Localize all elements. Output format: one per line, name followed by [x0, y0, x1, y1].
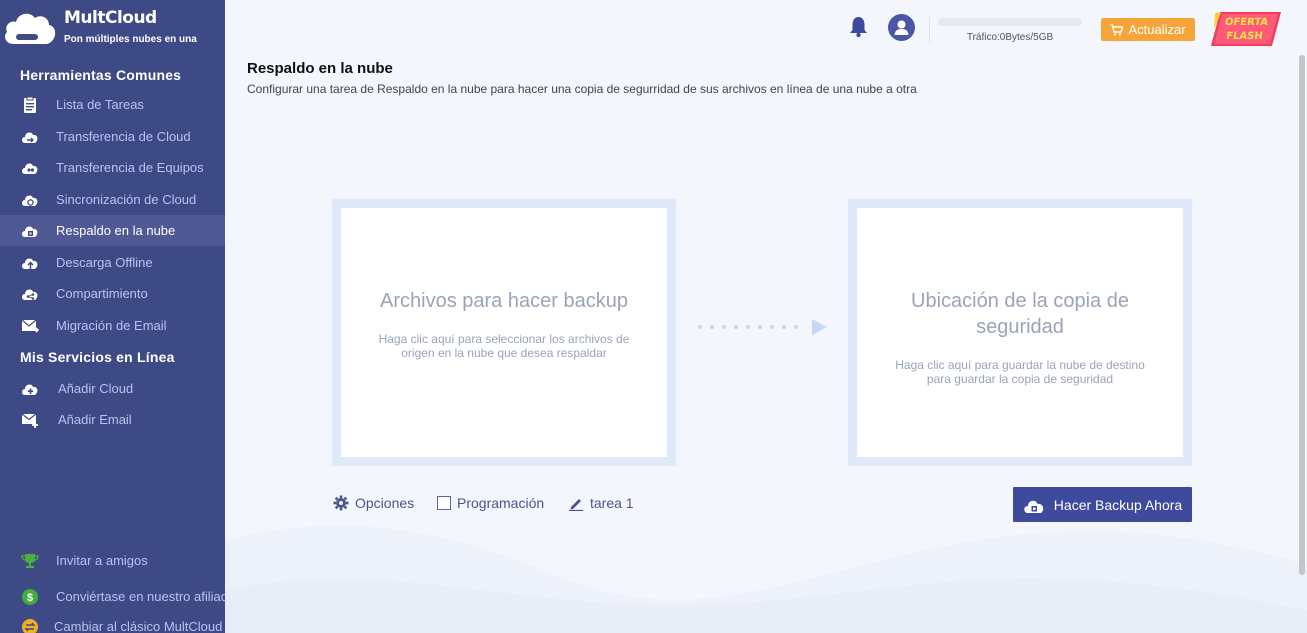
sidebar-item-offline-download[interactable]: Descarga Offline	[0, 247, 225, 278]
options-label: Opciones	[355, 495, 415, 511]
user-icon	[894, 20, 909, 35]
source-desc-line: Haga clic aquí para seleccionar los arch…	[378, 332, 630, 346]
sidebar-item-label: Transferencia de Equipos	[56, 160, 204, 175]
page-scrollbar[interactable]	[1299, 55, 1305, 575]
edit-pencil-icon	[569, 499, 583, 511]
dotted-arrow-icon	[698, 319, 827, 335]
offline-download-icon	[22, 258, 38, 269]
target-description: Haga clic aquí para guardar la nube de d…	[857, 358, 1183, 386]
task-list-icon	[24, 96, 36, 113]
email-migration-icon	[21, 319, 39, 333]
header-divider	[929, 17, 930, 43]
target-panel[interactable]: Ubicación de la copia de seguridad Haga …	[848, 199, 1192, 466]
traffic-progress-bar	[938, 18, 1082, 26]
cloud-transfer-icon	[22, 132, 38, 143]
notification-bell-icon[interactable]	[848, 16, 869, 38]
sidebar-item-cloud-transfer[interactable]: Transferencia de Cloud	[0, 121, 225, 152]
flash-offer-badge[interactable]: OFERTA FLASH	[1210, 11, 1282, 47]
schedule-label: Programación	[457, 495, 545, 511]
sidebar-item-share[interactable]: Compartimiento	[0, 278, 225, 309]
target-desc-line: Haga clic aquí para guardar la nube de d…	[895, 358, 1145, 372]
sidebar-item-label: Respaldo en la nube	[56, 223, 176, 238]
target-title: Ubicación de la copia de seguridad	[857, 288, 1183, 340]
flash-line-1: OFERTA	[1224, 17, 1269, 28]
backup-now-button[interactable]: Hacer Backup Ahora	[1013, 487, 1192, 522]
app-tagline: Pon múltiples nubes en una	[64, 34, 197, 45]
app-name: MultCloud	[64, 8, 157, 28]
user-avatar[interactable]	[888, 14, 915, 41]
sidebar-item-email-migration[interactable]: Migración de Email	[0, 310, 225, 341]
sidebar-item-label: Sincronización de Cloud	[56, 192, 197, 207]
target-title-line: seguridad	[976, 316, 1064, 338]
multcloud-logo-icon	[5, 13, 56, 44]
flash-line-2: FLASH	[1225, 31, 1263, 42]
target-title-line: Ubicación de la copia de	[911, 290, 1129, 312]
task-name: tarea 1	[590, 495, 634, 511]
sidebar-item-cloud-backup[interactable]: Respaldo en la nube	[0, 215, 225, 246]
source-desc-line: origen en la nube que desea respaldar	[401, 346, 607, 360]
sidebar-item-affiliate[interactable]: $ Conviértase en nuestro afiliado	[0, 581, 225, 612]
sidebar-item-invite-friends[interactable]: Invitar a amigos	[0, 545, 225, 576]
source-title: Archivos para hacer backup	[380, 290, 628, 312]
cloud-sync-icon	[22, 195, 38, 206]
traffic-text: Tráfico:0Bytes/5GB	[966, 32, 1054, 43]
section-title-services: Mis Servicios en Línea	[20, 349, 175, 365]
sidebar-item-switch-classic[interactable]: Cambiar al clásico MultCloud	[0, 611, 225, 633]
source-description: Haga clic aquí para seleccionar los arch…	[341, 332, 667, 360]
upgrade-button[interactable]: Actualizar	[1101, 18, 1195, 41]
sidebar-item-cloud-sync[interactable]: Sincronización de Cloud	[0, 184, 225, 215]
sidebar-item-label: Compartimiento	[56, 286, 148, 301]
sidebar-item-label: Migración de Email	[56, 318, 167, 333]
sidebar-item-label: Añadir Email	[58, 412, 132, 427]
schedule-checkbox-box[interactable]	[437, 496, 451, 510]
sidebar-item-add-cloud[interactable]: Añadir Cloud	[0, 373, 225, 404]
logo[interactable]: MultCloud Pon múltiples nubes en una	[2, 6, 222, 50]
source-panel[interactable]: Archivos para hacer backup Haga clic aqu…	[332, 199, 676, 466]
sidebar-item-label: Añadir Cloud	[58, 381, 134, 396]
team-transfer-icon	[22, 163, 38, 174]
page-description: Configurar una tarea de Respaldo en la n…	[247, 82, 917, 96]
share-icon	[22, 289, 38, 300]
backup-now-label: Hacer Backup Ahora	[1053, 496, 1183, 513]
svg-text:$: $	[27, 592, 33, 604]
cart-icon	[1110, 23, 1124, 36]
target-select-area[interactable]: Ubicación de la copia de seguridad Haga …	[857, 208, 1183, 457]
sidebar-item-label: Invitar a amigos	[56, 553, 148, 568]
cloud-backup-icon	[22, 226, 38, 237]
page-title: Respaldo en la nube	[247, 60, 393, 77]
sidebar-item-label: Descarga Offline	[56, 255, 153, 270]
schedule-checkbox[interactable]: Programación	[437, 495, 544, 511]
add-email-icon	[21, 413, 38, 428]
cloud-backup-icon	[1024, 500, 1044, 513]
sidebar-item-task-list[interactable]: Lista de Tareas	[0, 89, 225, 120]
sidebar-item-label: Transferencia de Cloud	[56, 129, 191, 144]
sidebar-item-add-email[interactable]: Añadir Email	[0, 404, 225, 435]
sidebar-item-label: Lista de Tareas	[56, 97, 144, 112]
sidebar-item-label: Cambiar al clásico MultCloud	[54, 619, 223, 633]
add-cloud-icon	[22, 384, 38, 395]
sidebar: MultCloud Pon múltiples nubes en una Her…	[0, 0, 225, 633]
sidebar-item-label: Conviértase en nuestro afiliado	[56, 589, 225, 604]
source-select-area[interactable]: Archivos para hacer backup Haga clic aqu…	[341, 208, 667, 457]
options-button[interactable]: Opciones	[333, 495, 414, 511]
gear-icon	[333, 495, 349, 511]
trophy-icon	[21, 554, 39, 568]
target-desc-line: para guardar la copia de seguridad	[926, 372, 1114, 386]
sidebar-item-team-transfer[interactable]: Transferencia de Equipos	[0, 152, 225, 183]
dollar-icon: $	[22, 589, 38, 605]
upgrade-label: Actualizar	[1128, 22, 1186, 37]
task-name-editor[interactable]: tarea 1	[568, 495, 634, 511]
switch-classic-icon	[22, 619, 38, 633]
section-title-tools: Herramientas Comunes	[20, 67, 182, 83]
